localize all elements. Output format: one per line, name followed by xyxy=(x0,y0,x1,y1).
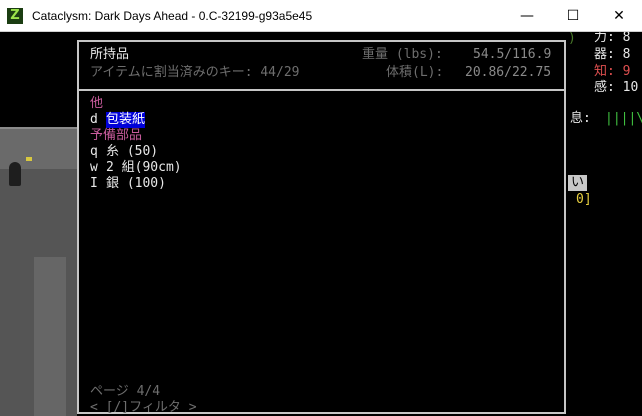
stat-intelligence: 知: 9 xyxy=(594,64,631,79)
stat-dexterity: 器: 8 xyxy=(594,47,631,62)
window-title: Cataclysm: Dark Days Ahead - 0.C-32199-g… xyxy=(32,9,313,23)
maximize-button[interactable]: ☐ xyxy=(550,0,596,32)
assigned-keys-count: アイテムに割当済みのキー: 44/29 xyxy=(90,65,300,80)
minimize-button[interactable]: — xyxy=(504,0,550,32)
inventory-item[interactable]: 銀 (100) xyxy=(106,176,166,192)
map-light xyxy=(26,157,32,161)
sidebar-other-label: い xyxy=(568,175,588,191)
stat-perception: 感: 10 xyxy=(594,80,639,95)
item-hotkey: w xyxy=(90,160,98,175)
header-separator xyxy=(79,89,564,91)
weight-label: 重量 (lbs): xyxy=(362,47,443,62)
map-pillar xyxy=(34,257,66,416)
volume-value: 20.86/22.75 xyxy=(465,65,552,80)
weight-value: 54.5/116.9 xyxy=(473,47,552,62)
sidebar-bracket: ) xyxy=(568,32,576,46)
inventory-title: 所持品 xyxy=(90,47,130,62)
inventory-item[interactable]: 糸 (50) xyxy=(106,144,158,160)
page-indicator: ページ 4/4 xyxy=(90,384,161,399)
speed-label: 息: xyxy=(570,111,591,126)
item-hotkey: I xyxy=(90,176,98,191)
npc-figure xyxy=(9,162,21,186)
item-hotkey: d xyxy=(90,112,98,127)
filter-hint[interactable]: < [/]フィルタ > xyxy=(90,400,197,416)
volume-label: 体積(L): xyxy=(386,65,444,80)
app-icon: Z xyxy=(7,8,23,24)
category-header: 予備部品 xyxy=(90,128,143,143)
inventory-item-selected[interactable]: 包装紙 xyxy=(106,112,146,128)
category-header: 他 xyxy=(90,96,104,111)
inventory-item[interactable]: 2 組(90cm) xyxy=(106,160,182,176)
item-hotkey: q xyxy=(90,144,98,159)
speed-bar: ||||\ xyxy=(605,111,642,126)
stat-strength: 力: 8 xyxy=(594,32,631,45)
inventory-panel: 所持品 アイテムに割当済みのキー: 44/29 重量 (lbs): 54.5/1… xyxy=(77,40,566,416)
sidebar-other-value: 0] xyxy=(576,192,592,207)
window-titlebar: Z Cataclysm: Dark Days Ahead - 0.C-32199… xyxy=(0,0,642,32)
close-button[interactable]: ✕ xyxy=(596,0,642,32)
